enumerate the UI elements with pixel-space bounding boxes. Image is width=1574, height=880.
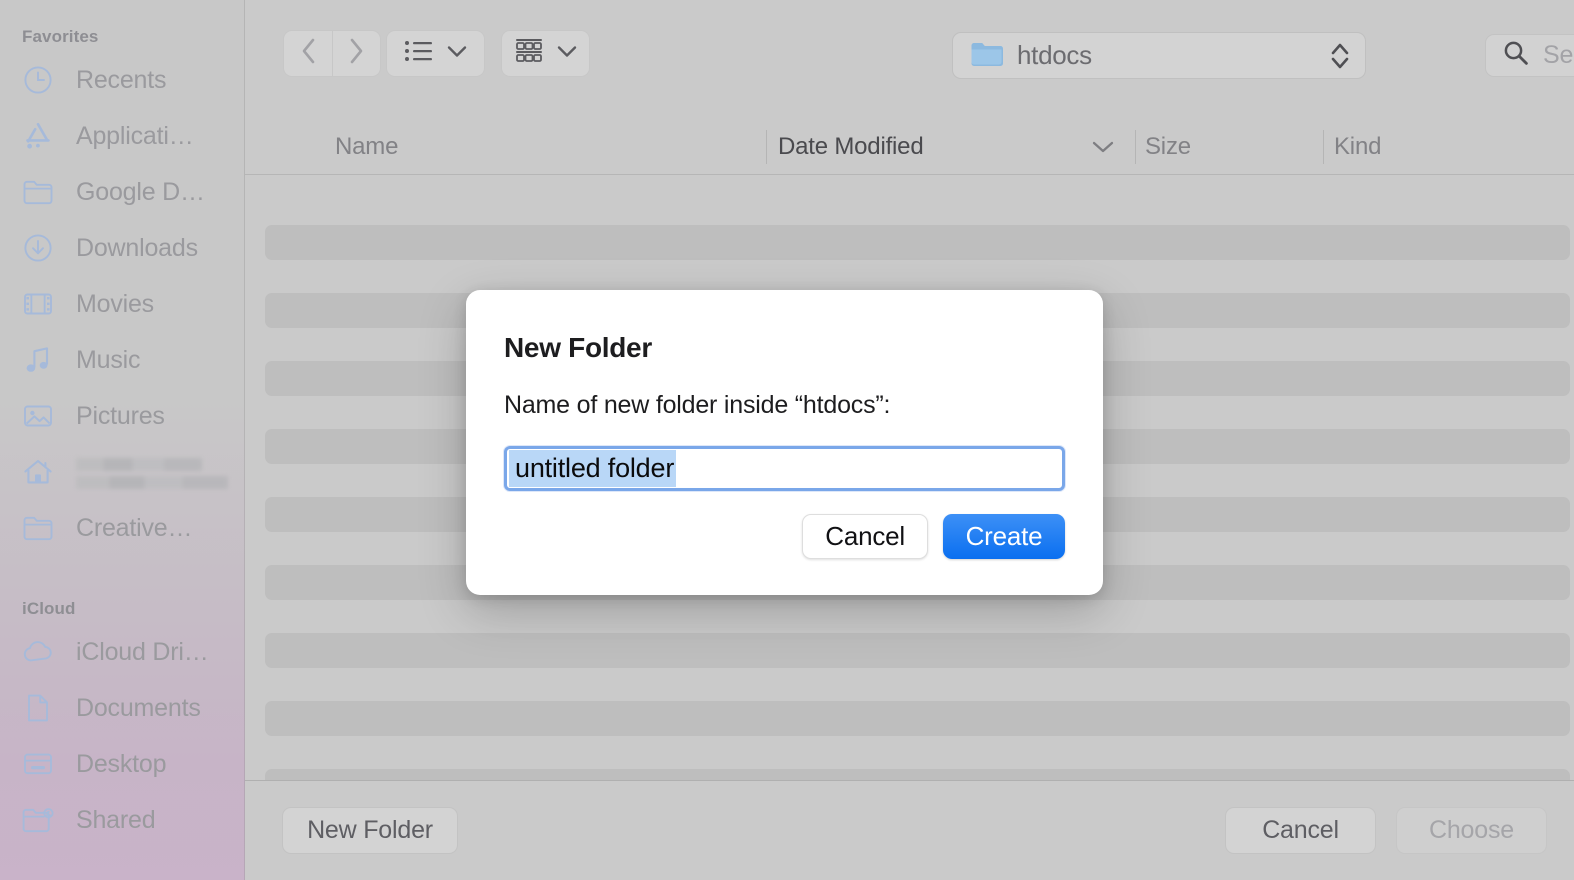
sidebar-item-label: iCloud Dri… [76,637,209,666]
column-headers: Name Date Modified Size Kind [245,119,1574,175]
home-icon [22,456,54,488]
sidebar-item-label: Recents [76,65,167,94]
column-divider[interactable] [1135,130,1136,164]
folder-name-value: untitled folder [509,450,677,487]
applications-icon [22,120,54,152]
sidebar-item-desktop[interactable]: Desktop [0,736,245,792]
list-view-icon [404,39,434,68]
sidebar: Favorites Recents Applicati… Google D… Downl… [0,0,245,880]
folder-icon [22,176,54,208]
dialog-buttons: Cancel Create [802,514,1065,559]
film-icon [22,288,54,320]
clock-icon [22,64,54,96]
bottom-bar: New Folder Cancel Choose [245,780,1574,880]
navigation-buttons [283,30,381,77]
new-folder-dialog: New Folder Name of new folder inside “ht… [466,290,1103,595]
folder-icon [22,512,54,544]
search-icon [1503,40,1529,71]
sidebar-item-label-redacted [76,456,228,489]
photo-icon [22,400,54,432]
chevron-down-icon [447,45,467,63]
sidebar-item-movies[interactable]: Movies [0,276,245,332]
sidebar-item-label: Google D… [76,177,205,206]
sidebar-section-header: iCloud [22,599,76,618]
chevron-down-icon [557,45,577,63]
sidebar-item-label: Movies [76,289,154,318]
sidebar-item-label: Downloads [76,233,198,262]
table-row[interactable] [265,769,1570,780]
sidebar-section-header: Favorites [22,27,99,46]
chevron-right-icon [348,37,365,70]
toolbar: htdocs Search [245,0,1574,118]
new-folder-button[interactable]: New Folder [282,807,458,854]
sidebar-item-recents[interactable]: Recents [0,52,245,108]
sidebar-item-label: Desktop [76,749,167,778]
folder-name-input[interactable]: untitled folder [504,446,1065,491]
file-picker-window: Favorites Recents Applicati… Google D… Downl… [0,0,1574,880]
desktop-icon [22,748,54,780]
path-popup-label: htdocs [1017,40,1092,70]
table-row[interactable] [265,701,1570,736]
search-placeholder: Search [1543,41,1574,69]
table-row[interactable] [265,225,1570,260]
dialog-message: Name of new folder inside “htdocs”: [504,391,891,419]
sidebar-item-pictures[interactable]: Pictures [0,388,245,444]
sidebar-item-applicati[interactable]: Applicati… [0,108,245,164]
table-row[interactable] [265,633,1570,668]
sidebar-item-home[interactable] [0,444,245,500]
view-mode-button[interactable] [386,30,485,77]
choose-button[interactable]: Choose [1396,807,1547,854]
cancel-button[interactable]: Cancel [1225,807,1376,854]
sidebar-item-downloads[interactable]: Downloads [0,220,245,276]
column-divider[interactable] [1323,130,1324,164]
chevron-left-icon [300,37,317,70]
sidebar-item-label: Documents [76,693,201,722]
document-icon [22,692,54,724]
sidebar-item-label: Pictures [76,401,165,430]
dialog-cancel-button[interactable]: Cancel [802,514,928,559]
sidebar-item-iclouddri[interactable]: iCloud Dri… [0,624,245,680]
group-by-button[interactable] [501,30,590,77]
download-icon [22,232,54,264]
sidebar-item-creative[interactable]: Creative… [0,500,245,556]
sidebar-item-label: Music [76,345,141,374]
sidebar-item-music[interactable]: Music [0,332,245,388]
shared-folder-icon [22,804,54,836]
music-note-icon [22,344,54,376]
search-field[interactable]: Search [1485,34,1574,77]
cloud-icon [22,636,54,668]
column-divider[interactable] [766,130,767,164]
back-button[interactable] [283,30,332,77]
sidebar-item-shared[interactable]: Shared [0,792,245,848]
sidebar-item-label: Applicati… [76,121,194,150]
column-header-size[interactable]: Size [1145,119,1191,175]
dialog-title: New Folder [504,332,652,363]
sidebar-item-label: Shared [76,805,156,834]
column-header-name[interactable]: Name [335,119,398,175]
sidebar-item-label: Creative… [76,513,193,542]
forward-button[interactable] [332,30,381,77]
sidebar-item-googled[interactable]: Google D… [0,164,245,220]
dialog-create-button[interactable]: Create [943,514,1065,559]
column-header-date-modified[interactable]: Date Modified [778,119,924,175]
chevron-down-icon [1092,119,1114,175]
sidebar-item-documents[interactable]: Documents [0,680,245,736]
path-popup-button[interactable]: htdocs [952,32,1366,79]
stepper-updown-icon [1329,40,1351,72]
column-header-kind[interactable]: Kind [1334,119,1381,175]
grid-view-icon [514,38,544,69]
folder-icon [970,40,1003,72]
